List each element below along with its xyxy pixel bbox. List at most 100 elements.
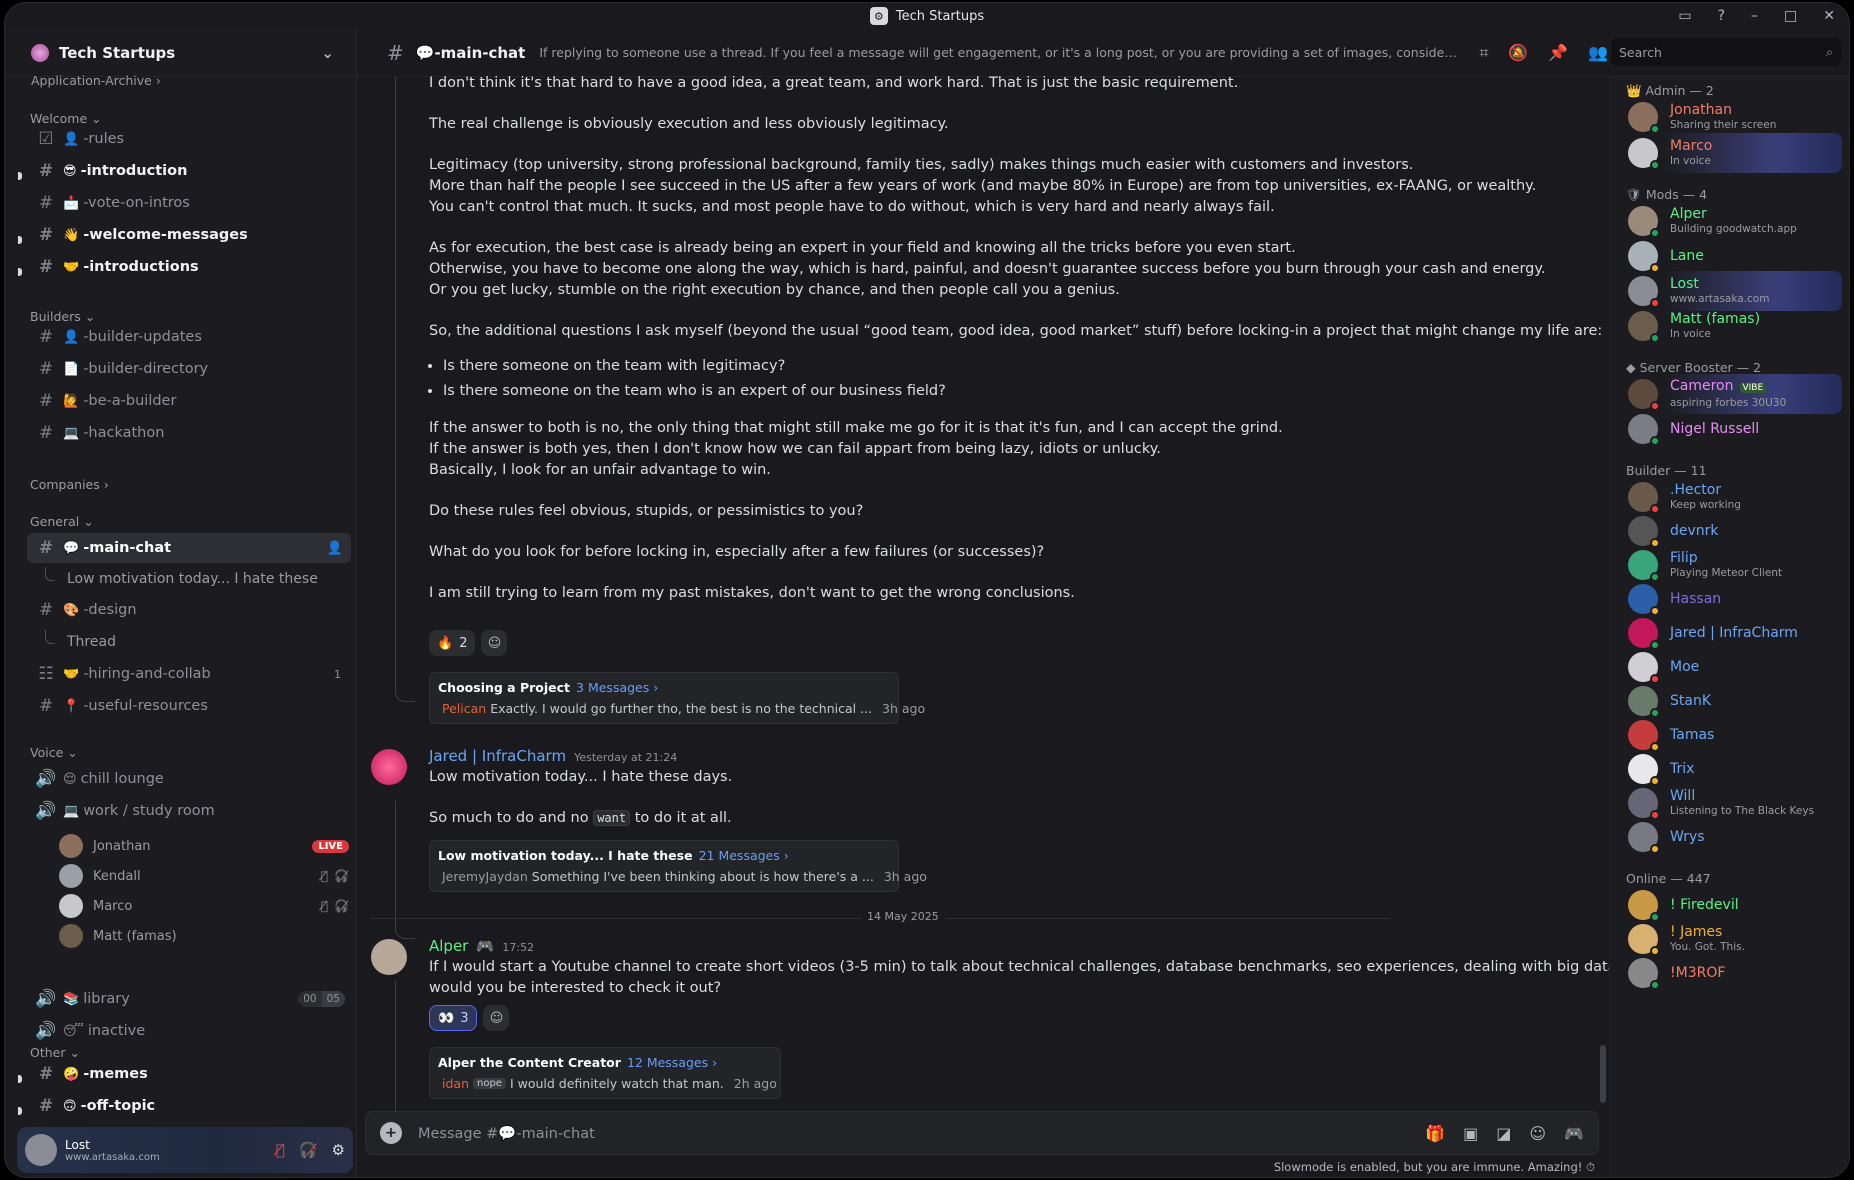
avatar[interactable] (371, 939, 407, 975)
voice-library[interactable]: 🔊 📚 library 00 05 (27, 984, 351, 1014)
gear-icon[interactable]: ⚙ (332, 1141, 345, 1159)
member-status: You. Got. This. (1670, 941, 1745, 953)
member-name: Trix (1670, 761, 1695, 777)
add-reaction-icon[interactable]: ☺ (483, 1005, 510, 1031)
channel-introduction[interactable]: # 😎 -introduction (27, 156, 351, 186)
member-item[interactable]: !M3ROF (1620, 953, 1842, 993)
activity-icon[interactable]: 🎮 (1564, 1124, 1584, 1143)
channel-topic[interactable]: If replying to someone use a thread. If … (539, 45, 1459, 60)
reaction-fire[interactable]: 🔥 2 (429, 630, 476, 656)
thread-card-choosing-project[interactable]: Choosing a Project 3 Messages › Pelican Ex… (429, 672, 925, 724)
channel-introductions[interactable]: # 🤝 -introductions (27, 252, 351, 282)
avatar (1628, 482, 1660, 514)
member-item[interactable]: Nigel Russell (1620, 409, 1842, 449)
emoji-icon[interactable]: ☺ (1529, 1124, 1546, 1143)
thread-card-content-creator[interactable]: Alper the Content Creator 12 Messages › i… (429, 1047, 781, 1099)
category-archive[interactable]: Application-Archive › (5, 73, 161, 88)
reaction-eyes[interactable]: 👀 3 (429, 1005, 478, 1031)
member-status: aspiring forbes 30U30 (1670, 397, 1787, 409)
avatar (1628, 958, 1660, 990)
member-item[interactable]: Lost www.artasaka.com (1620, 271, 1842, 311)
channel-welcome-messages[interactable]: # 👋 -welcome-messages (27, 220, 351, 250)
member-item[interactable]: Cameron VIBE aspiring forbes 30U30 (1620, 374, 1842, 414)
channel-builder-updates[interactable]: # 👤 -builder-updates (27, 322, 351, 352)
category-general[interactable]: General ⌄ (5, 514, 94, 529)
sticker-icon[interactable]: ◪ (1496, 1124, 1511, 1143)
scrollbar[interactable] (1600, 1045, 1606, 1103)
guild-header[interactable]: Tech Startups ⌄ (5, 29, 356, 77)
mic-muted-icon[interactable]: 🎙̸ (276, 1141, 285, 1159)
voice-chill-lounge[interactable]: 🔊 😌 chill lounge (27, 764, 351, 794)
avatar (59, 924, 83, 948)
voice-user[interactable]: Matt (famas) (59, 924, 349, 948)
thread-generic[interactable]: Thread (45, 630, 116, 650)
member-name: Nigel Russell (1670, 421, 1760, 437)
member-item[interactable]: Wrys (1620, 817, 1842, 857)
avatar (1628, 788, 1660, 820)
message-input[interactable]: Message #💬-main-chat (418, 1125, 595, 1142)
channel-off-topic[interactable]: # 🙃 -off-topic (27, 1091, 351, 1121)
hash-icon: # (38, 193, 54, 213)
vibe-tag: VIBE (1739, 383, 1767, 393)
status-dot (1650, 333, 1660, 343)
avatar[interactable] (371, 749, 407, 785)
thread-low-motivation[interactable]: Low motivation today... I hate these (45, 567, 318, 587)
channel-rules[interactable]: ☑ 👤 -rules (27, 124, 351, 154)
channel-vote-on-intros[interactable]: # 📩 -vote-on-intros (27, 188, 351, 218)
gif-icon[interactable]: ▣ (1463, 1124, 1478, 1143)
speaker-icon: 🔊 (35, 769, 57, 789)
voice-user[interactable]: Jonathan LIVE (59, 834, 349, 858)
category-other[interactable]: Other ⌄ (5, 1045, 80, 1060)
notifications-muted-icon[interactable]: 🔕 (1508, 43, 1528, 63)
threads-icon[interactable]: ⌗ (1479, 43, 1488, 63)
category-voice[interactable]: Voice ⌄ (5, 745, 78, 760)
member-name: Matt (famas) (1670, 311, 1761, 327)
voice-work-study-room[interactable]: 🔊 💻 work / study room (27, 796, 351, 826)
voice-user[interactable]: Marco 🎙̸ 🎧̸ (59, 894, 349, 918)
mic-muted-icon: 🎙̸ (320, 899, 329, 913)
author-name[interactable]: Jared | InfraCharm (429, 747, 566, 765)
message-composer[interactable]: + Message #💬-main-chat 🎁 ▣ ◪ ☺ 🎮 (365, 1111, 1599, 1155)
hash-icon: # (38, 391, 54, 411)
inbox-icon[interactable]: ▭ (1678, 8, 1691, 24)
avatar (1628, 924, 1660, 956)
members-icon[interactable]: 👥 (1588, 43, 1608, 63)
voice-user[interactable]: Kendall 🎙̸ 🎧̸ (59, 864, 349, 888)
member-item[interactable]: Lane (1620, 236, 1842, 276)
pin-icon[interactable]: 📌 (1548, 43, 1568, 63)
member-item[interactable]: Alper Building goodwatch.app (1620, 201, 1842, 241)
maximize-button[interactable]: □ (1784, 8, 1797, 24)
add-reaction-icon[interactable]: ☺ (481, 630, 508, 656)
channel-design[interactable]: # 🎨 -design (27, 595, 351, 625)
search-input[interactable]: Search ⌕ (1611, 38, 1841, 66)
member-item[interactable]: Jonathan Sharing their screen (1620, 97, 1842, 137)
message-author: Alper 🎮 17:52 (429, 937, 534, 955)
avatar (59, 834, 83, 858)
plus-icon[interactable]: + (380, 1122, 402, 1144)
member-group-online: Online — 447 (1626, 871, 1711, 886)
channel-hiring-and-collab[interactable]: ☷ 🤝 -hiring-and-collab 1 (27, 659, 351, 689)
member-status: Listening to The Black Keys (1670, 805, 1815, 817)
voice-inactive[interactable]: 🔊 😴 inactive (27, 1016, 351, 1046)
deafen-icon[interactable]: 🎧̸ (299, 1141, 318, 1159)
close-button[interactable]: ✕ (1823, 8, 1835, 24)
member-item[interactable]: Matt (famas) In voice (1620, 306, 1842, 346)
category-companies[interactable]: Companies › (5, 477, 109, 492)
timestamp: Yesterday at 21:24 (574, 751, 678, 764)
reaction-bar: 👀 3 ☺ (429, 1005, 510, 1031)
channel-useful-resources[interactable]: # 📍 -useful-resources (27, 691, 351, 721)
channel-hackathon[interactable]: # 💻 -hackathon (27, 418, 351, 448)
help-icon[interactable]: ? (1718, 8, 1725, 24)
author-name[interactable]: Alper (429, 937, 468, 955)
channel-builder-directory[interactable]: # 📄 -builder-directory (27, 354, 351, 384)
user-panel[interactable]: Lost www.artasaka.com 🎙̸ 🎧̸ ⚙ (17, 1127, 353, 1173)
minimize-button[interactable]: – (1751, 8, 1758, 24)
gift-icon[interactable]: 🎁 (1425, 1124, 1445, 1143)
channel-memes[interactable]: # 🤪 -memes (27, 1059, 351, 1089)
channel-be-a-builder[interactable]: # 🙋 -be-a-builder (27, 386, 351, 416)
thread-card-low-motivation[interactable]: Low motivation today... I hate these 21 M… (429, 840, 927, 892)
add-member-icon[interactable]: 👤 (327, 541, 343, 556)
member-name: Filip (1670, 550, 1698, 566)
channel-main-chat[interactable]: # 💬 -main-chat 👤 (27, 533, 351, 563)
member-item[interactable]: Marco In voice (1620, 133, 1842, 173)
